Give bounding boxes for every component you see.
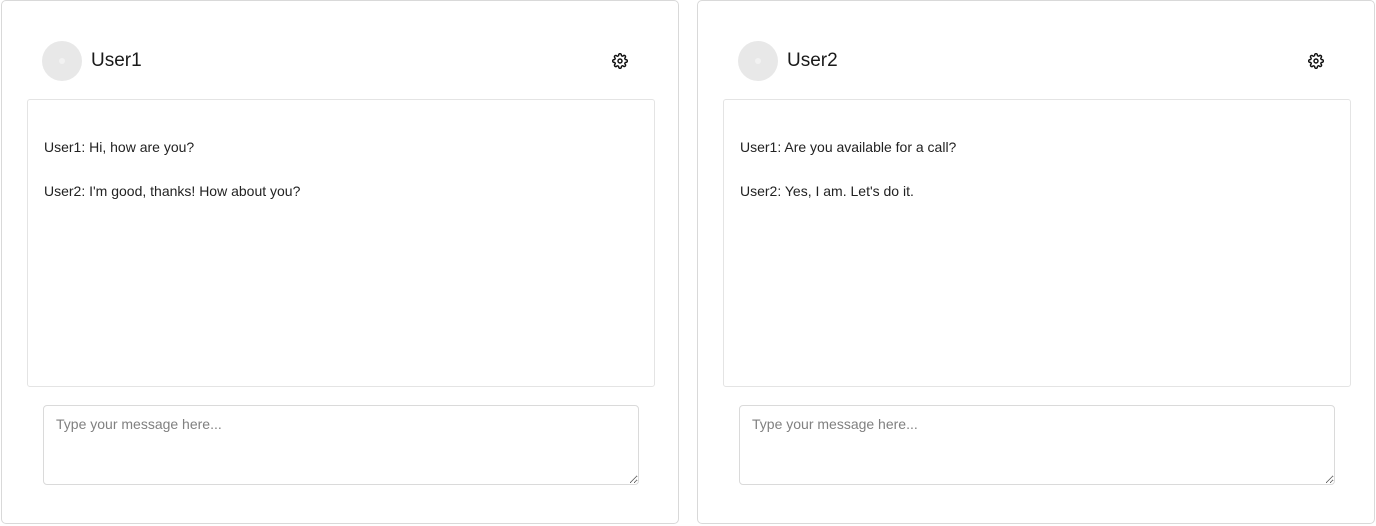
message-input[interactable] — [739, 405, 1335, 485]
message-item: User1: Are you available for a call? — [740, 139, 957, 155]
message-item: User2: I'm good, thanks! How about you? — [44, 183, 301, 199]
chat-header: User2 — [738, 41, 1334, 83]
message-item: User1: Hi, how are you? — [44, 139, 195, 155]
avatar — [42, 41, 82, 81]
gear-icon[interactable] — [612, 53, 628, 69]
chat-panel-user1: User1 User1: Hi, how are you? User2: I'm… — [1, 0, 679, 524]
message-list: User1: Are you available for a call? Use… — [723, 99, 1351, 387]
chat-header: User1 — [42, 41, 638, 83]
avatar — [738, 41, 778, 81]
message-item: User2: Yes, I am. Let's do it. — [740, 183, 914, 199]
message-input[interactable] — [43, 405, 639, 485]
message-list: User1: Hi, how are you? User2: I'm good,… — [27, 99, 655, 387]
chat-app: User1 User1: Hi, how are you? User2: I'm… — [0, 0, 1376, 526]
user-name: User2 — [787, 50, 838, 71]
chat-panel-user2: User2 User1: Are you available for a cal… — [697, 0, 1375, 524]
user-name: User1 — [91, 50, 142, 71]
avatar-placeholder-icon — [755, 58, 761, 64]
avatar-placeholder-icon — [59, 58, 65, 64]
gear-icon[interactable] — [1308, 53, 1324, 69]
